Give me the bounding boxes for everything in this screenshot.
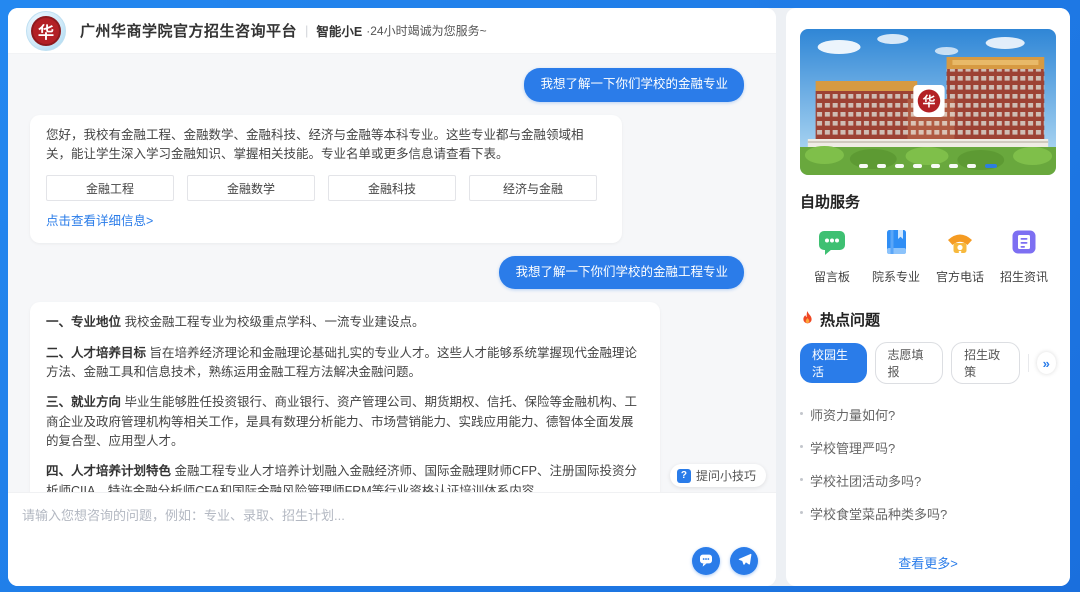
bot-message-bubble: 一、专业地位 我校金融工程专业为校级重点学科、一流专业建设点。 二、人才培养目标… — [30, 302, 660, 492]
chat-input-area — [8, 492, 776, 586]
major-button-finance-math[interactable]: 金融数学 — [187, 175, 315, 201]
carousel-badge-glyph: 华 — [923, 94, 936, 109]
carousel-dot[interactable] — [859, 164, 868, 168]
carousel-dots — [800, 164, 1056, 168]
services-title: 自助服务 — [800, 191, 1056, 212]
hot-questions-title: 热点问题 — [820, 309, 880, 330]
service-label: 留言板 — [814, 268, 850, 285]
tag-campus-life[interactable]: 校园生活 — [800, 343, 867, 383]
service-label: 院系专业 — [872, 268, 920, 285]
section-heading: 二、人才培养目标 — [46, 346, 146, 360]
carousel-dot[interactable] — [931, 164, 940, 168]
section-heading: 三、就业方向 — [46, 395, 121, 409]
chat-bubble-icon — [698, 552, 714, 571]
send-plane-icon — [737, 552, 752, 570]
hot-question-item[interactable]: 学校管理严吗? — [800, 431, 1056, 464]
bot-section-3: 三、就业方向 毕业生能够胜任投资银行、商业银行、资产管理公司、期货期权、信托、保… — [46, 393, 644, 451]
send-button[interactable] — [730, 547, 758, 575]
service-label: 招生资讯 — [1000, 268, 1048, 285]
question-mark-icon: ? — [677, 469, 691, 483]
carousel-dot-active[interactable] — [985, 164, 997, 168]
section-heading: 一、专业地位 — [46, 315, 121, 329]
bot-message-row: 一、专业地位 我校金融工程专业为校级重点学科、一流专业建设点。 二、人才培养目标… — [30, 302, 754, 492]
hot-question-item[interactable]: 学校食堂菜品种类多吗? — [800, 497, 1056, 530]
user-message-row: 我想了解一下你们学校的金融专业 — [30, 68, 754, 102]
bot-section-4: 四、人才培养计划特色 金融工程专业人才培养计划融入金融经济师、国际金融理财师CF… — [46, 462, 644, 492]
service-label: 官方电话 — [936, 268, 984, 285]
departments-book-icon — [880, 226, 912, 261]
chat-panel: 华 广州华商学院官方招生咨询平台 | 智能小E ·24小时竭诚为您服务~ 我想了… — [8, 8, 776, 586]
assistant-name: 智能小E — [316, 21, 362, 40]
carousel-dot[interactable] — [877, 164, 886, 168]
section-body: 毕业生能够胜任投资银行、商业银行、资产管理公司、期货期权、信托、保险等金融机构、… — [46, 395, 637, 448]
sidebar: 华 自助服务 留言板 — [786, 8, 1070, 586]
major-button-fintech[interactable]: 金融科技 — [328, 175, 456, 201]
header-divider: | — [305, 23, 308, 38]
chat-input[interactable] — [22, 505, 762, 545]
carousel-dot[interactable] — [967, 164, 976, 168]
bot-message-text: 您好，我校有金融工程、金融数学、金融科技、经济与金融等本科专业。这些专业都与金融… — [46, 126, 606, 165]
page-title: 广州华商学院官方招生咨询平台 — [80, 20, 297, 41]
user-message-bubble: 我想了解一下你们学校的金融专业 — [524, 68, 744, 102]
section-body: 我校金融工程专业为校级重点学科、一流专业建设点。 — [125, 315, 425, 329]
services-row: 留言板 院系专业 官方电话 招生资讯 — [800, 226, 1056, 285]
tag-admission-policy[interactable]: 招生政策 — [951, 342, 1020, 384]
flame-icon — [800, 310, 815, 330]
major-button-economics-finance[interactable]: 经济与金融 — [469, 175, 597, 201]
input-actions — [692, 547, 758, 575]
chat-message-list[interactable]: 我想了解一下你们学校的金融专业 您好，我校有金融工程、金融数学、金融科技、经济与… — [8, 54, 776, 492]
hot-question-tags: 校园生活 志愿填报 招生政策 » — [800, 342, 1056, 384]
view-details-link[interactable]: 点击查看详细信息> — [46, 212, 153, 231]
user-message-bubble: 我想了解一下你们学校的金融工程专业 — [499, 256, 744, 290]
school-logo-icon: 华 — [26, 11, 66, 51]
tips-label: 提问小技巧 — [696, 467, 756, 484]
bot-section-1: 一、专业地位 我校金融工程专业为校级重点学科、一流专业建设点。 — [46, 313, 644, 332]
hot-question-item[interactable]: 师资力量如何? — [800, 398, 1056, 431]
question-tips-button[interactable]: ? 提问小技巧 — [670, 464, 766, 487]
more-tags-chevron-button[interactable]: » — [1037, 352, 1056, 374]
major-button-group: 金融工程 金融数学 金融科技 经济与金融 — [46, 175, 606, 201]
section-heading: 四、人才培养计划特色 — [46, 464, 171, 478]
campus-photo-carousel[interactable]: 华 — [800, 29, 1056, 175]
service-phone[interactable]: 官方电话 — [932, 226, 988, 285]
bot-section-2: 二、人才培养目标 旨在培养经济理论和金融理论基础扎实的专业人才。这些人才能够系统… — [46, 344, 644, 383]
bot-message-row: 您好，我校有金融工程、金融数学、金融科技、经济与金融等本科专业。这些专业都与金融… — [30, 115, 754, 243]
major-button-finance-engineering[interactable]: 金融工程 — [46, 175, 174, 201]
carousel-dot[interactable] — [913, 164, 922, 168]
admissions-news-icon — [1008, 226, 1040, 261]
carousel-dot[interactable] — [949, 164, 958, 168]
app-window: 华 广州华商学院官方招生咨询平台 | 智能小E ·24小时竭诚为您服务~ 我想了… — [8, 8, 1070, 586]
service-admissions-news[interactable]: 招生资讯 — [996, 226, 1052, 285]
campus-photo: 华 — [800, 29, 1056, 175]
header-slogan: ·24小时竭诚为您服务~ — [366, 22, 486, 39]
tag-application[interactable]: 志愿填报 — [875, 342, 944, 384]
view-more-link[interactable]: 查看更多> — [800, 553, 1056, 574]
school-logo-glyph: 华 — [31, 16, 61, 46]
hot-questions-title-row: 热点问题 — [800, 309, 1056, 330]
official-phone-icon — [944, 226, 976, 261]
user-message-row: 我想了解一下你们学校的金融工程专业 — [30, 256, 754, 290]
hot-question-list: 师资力量如何? 学校管理严吗? 学校社团活动多吗? 学校食堂菜品种类多吗? — [800, 398, 1056, 530]
tags-divider — [1028, 354, 1029, 372]
bot-message-bubble: 您好，我校有金融工程、金融数学、金融科技、经济与金融等本科专业。这些专业都与金融… — [30, 115, 622, 243]
chat-header: 华 广州华商学院官方招生咨询平台 | 智能小E ·24小时竭诚为您服务~ — [8, 8, 776, 54]
hot-question-item[interactable]: 学校社团活动多吗? — [800, 464, 1056, 497]
service-departments[interactable]: 院系专业 — [868, 226, 924, 285]
service-message-board[interactable]: 留言板 — [804, 226, 860, 285]
message-board-icon — [816, 226, 848, 261]
carousel-dot[interactable] — [895, 164, 904, 168]
quick-phrases-button[interactable] — [692, 547, 720, 575]
